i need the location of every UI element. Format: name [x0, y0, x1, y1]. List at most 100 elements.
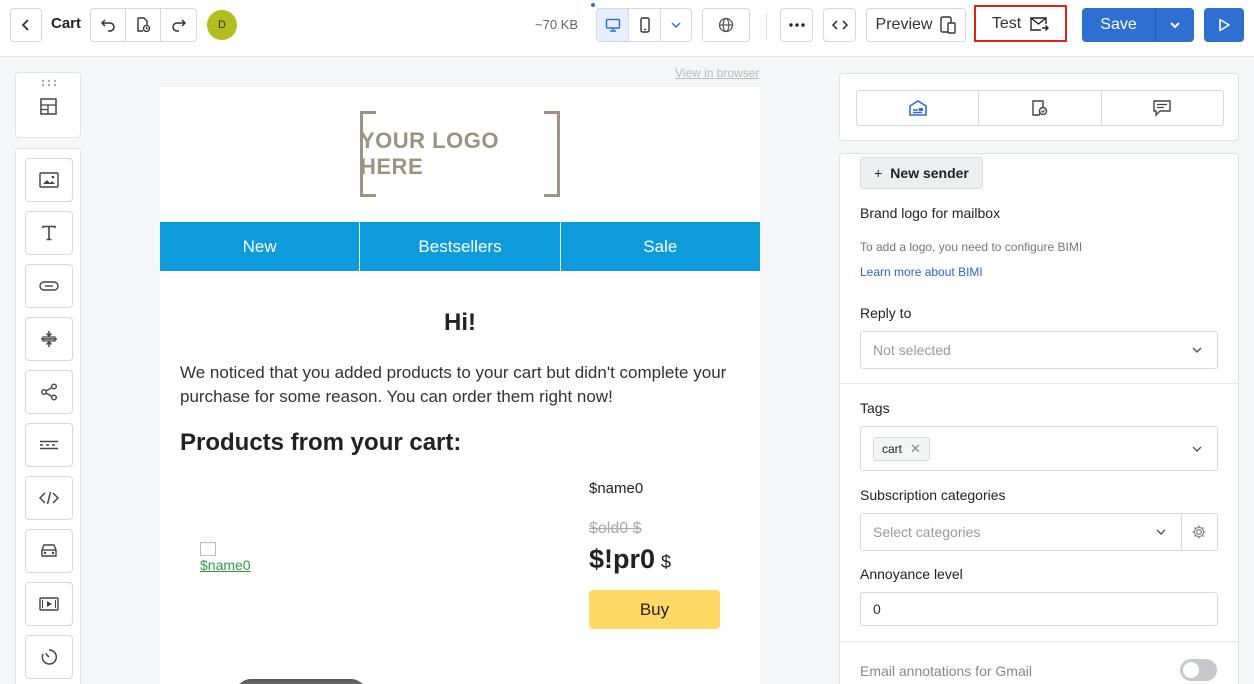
- product-name[interactable]: $name0: [589, 480, 643, 497]
- button-block-tool[interactable]: [25, 264, 73, 308]
- tag-chip: cart ✕: [873, 436, 930, 461]
- plus-icon: +: [874, 165, 883, 181]
- text-block-tool[interactable]: [25, 211, 73, 255]
- html-block-tool[interactable]: [25, 476, 73, 520]
- remove-tag-icon[interactable]: ✕: [910, 441, 921, 457]
- tags-select[interactable]: cart ✕: [860, 426, 1218, 471]
- spacer-icon: [41, 331, 57, 347]
- tab-message-settings[interactable]: [857, 91, 980, 125]
- launch-button[interactable]: [1204, 8, 1244, 42]
- reply-to-label: Reply to: [860, 305, 912, 321]
- redo-icon: [171, 19, 186, 32]
- timer-icon: [41, 649, 58, 665]
- tags-label: Tags: [860, 400, 890, 416]
- chevron-down-icon: [1192, 446, 1202, 452]
- nav-item-new[interactable]: New: [160, 222, 361, 271]
- product-2-image[interactable]: [235, 679, 367, 684]
- undo-button[interactable]: [91, 9, 126, 41]
- code-icon: [39, 491, 59, 505]
- broken-image-icon: [200, 542, 216, 556]
- settings-tabs-card: [839, 73, 1239, 141]
- mobile-icon: [639, 17, 650, 33]
- save-options-button[interactable]: [1156, 8, 1194, 42]
- bimi-link[interactable]: Learn more about BIMI: [860, 265, 983, 279]
- back-button[interactable]: [10, 8, 42, 42]
- device-toggle-group: [596, 8, 692, 42]
- tag-chip-label: cart: [882, 441, 903, 456]
- tag-icon: [1032, 100, 1048, 116]
- image-block-tool[interactable]: [25, 158, 73, 202]
- chevron-down-icon: [671, 22, 681, 29]
- desktop-icon: [605, 18, 620, 32]
- product-price[interactable]: $!pr0 $: [589, 544, 671, 575]
- chevron-down-icon: [1192, 347, 1202, 353]
- subscription-categories-label: Subscription categories: [860, 487, 1006, 503]
- subscription-categories-placeholder: Select categories: [873, 524, 981, 540]
- email-nav-menu: New Bestsellers Sale: [160, 222, 760, 271]
- intro-text[interactable]: We noticed that you added products to yo…: [180, 361, 745, 409]
- redo-button[interactable]: [161, 9, 196, 41]
- logo-placeholder[interactable]: YOUR LOGO HERE: [360, 111, 560, 197]
- globe-icon: [718, 17, 734, 33]
- more-button[interactable]: [780, 8, 813, 42]
- test-label: Test: [991, 14, 1022, 32]
- greeting-heading[interactable]: Hi!: [160, 309, 760, 337]
- tab-comments[interactable]: [1102, 91, 1223, 125]
- section-divider: [840, 641, 1238, 642]
- gmail-annotations-toggle[interactable]: [1180, 659, 1217, 681]
- section-divider: [840, 383, 1238, 384]
- video-block-tool[interactable]: [25, 582, 73, 626]
- brand-logo-label: Brand logo for mailbox: [860, 205, 1001, 221]
- desktop-view-button[interactable]: [597, 9, 629, 41]
- nav-item-sale[interactable]: Sale: [561, 222, 760, 271]
- annoyance-level-label: Annoyance level: [860, 566, 963, 582]
- reply-to-value: Not selected: [873, 342, 951, 358]
- history-group: [90, 8, 197, 42]
- subscription-categories-settings-button[interactable]: [1181, 513, 1218, 551]
- save-button[interactable]: Save: [1082, 8, 1156, 42]
- mobile-view-button[interactable]: [629, 9, 661, 41]
- product-price-currency: $: [661, 552, 672, 572]
- buy-button[interactable]: Buy: [589, 590, 720, 629]
- menu-block-tool[interactable]: [25, 529, 73, 573]
- social-block-tool[interactable]: [25, 370, 73, 414]
- divider-block-tool[interactable]: [25, 423, 73, 467]
- product-price-value: $!pr0: [589, 544, 656, 574]
- product-image-alt: $name0: [200, 557, 251, 573]
- avatar[interactable]: D: [207, 10, 237, 40]
- brand-logo-hint: To add a logo, you need to configure BIM…: [860, 240, 1083, 254]
- new-sender-button[interactable]: + New sender: [860, 157, 983, 189]
- button-icon: [39, 281, 59, 291]
- product-old-price[interactable]: $old0 $: [589, 520, 642, 538]
- tab-utm-tags[interactable]: [979, 91, 1102, 125]
- gmail-annotations-label: Email annotations for Gmail: [860, 663, 1032, 679]
- logo-bracket-left: [360, 111, 376, 197]
- gear-icon: [1192, 525, 1206, 539]
- test-button[interactable]: Test: [974, 5, 1067, 42]
- history-button[interactable]: [126, 9, 161, 41]
- chevron-down-icon: [1156, 529, 1166, 535]
- blocks-panel-toggle[interactable]: [15, 72, 81, 138]
- image-icon: [39, 172, 59, 188]
- timer-block-tool[interactable]: [25, 635, 73, 679]
- save-group: Save: [1082, 8, 1194, 42]
- preview-devices-icon: [940, 16, 957, 34]
- nav-item-bestsellers[interactable]: Bestsellers: [360, 222, 561, 271]
- device-dropdown-button[interactable]: [661, 9, 691, 41]
- email-canvas[interactable]: YOUR LOGO HERE New Bestsellers Sale Hi! …: [160, 87, 760, 684]
- preview-button[interactable]: Preview: [866, 8, 966, 42]
- annoyance-level-input[interactable]: 0: [860, 592, 1218, 626]
- new-sender-label: New sender: [890, 165, 969, 181]
- chevron-left-icon: [21, 19, 29, 31]
- comment-icon: [1153, 100, 1172, 117]
- subscription-categories-select[interactable]: Select categories: [860, 513, 1182, 551]
- reply-to-select[interactable]: Not selected: [860, 331, 1218, 369]
- product-image-link[interactable]: $name0: [200, 542, 251, 573]
- page-title: Cart: [51, 15, 82, 32]
- products-heading[interactable]: Products from your cart:: [180, 429, 461, 457]
- spacer-block-tool[interactable]: [25, 317, 73, 361]
- view-in-browser-link[interactable]: View in browser: [675, 66, 759, 80]
- code-view-button[interactable]: [823, 8, 856, 42]
- play-icon: [1219, 18, 1230, 32]
- language-button[interactable]: [702, 8, 750, 42]
